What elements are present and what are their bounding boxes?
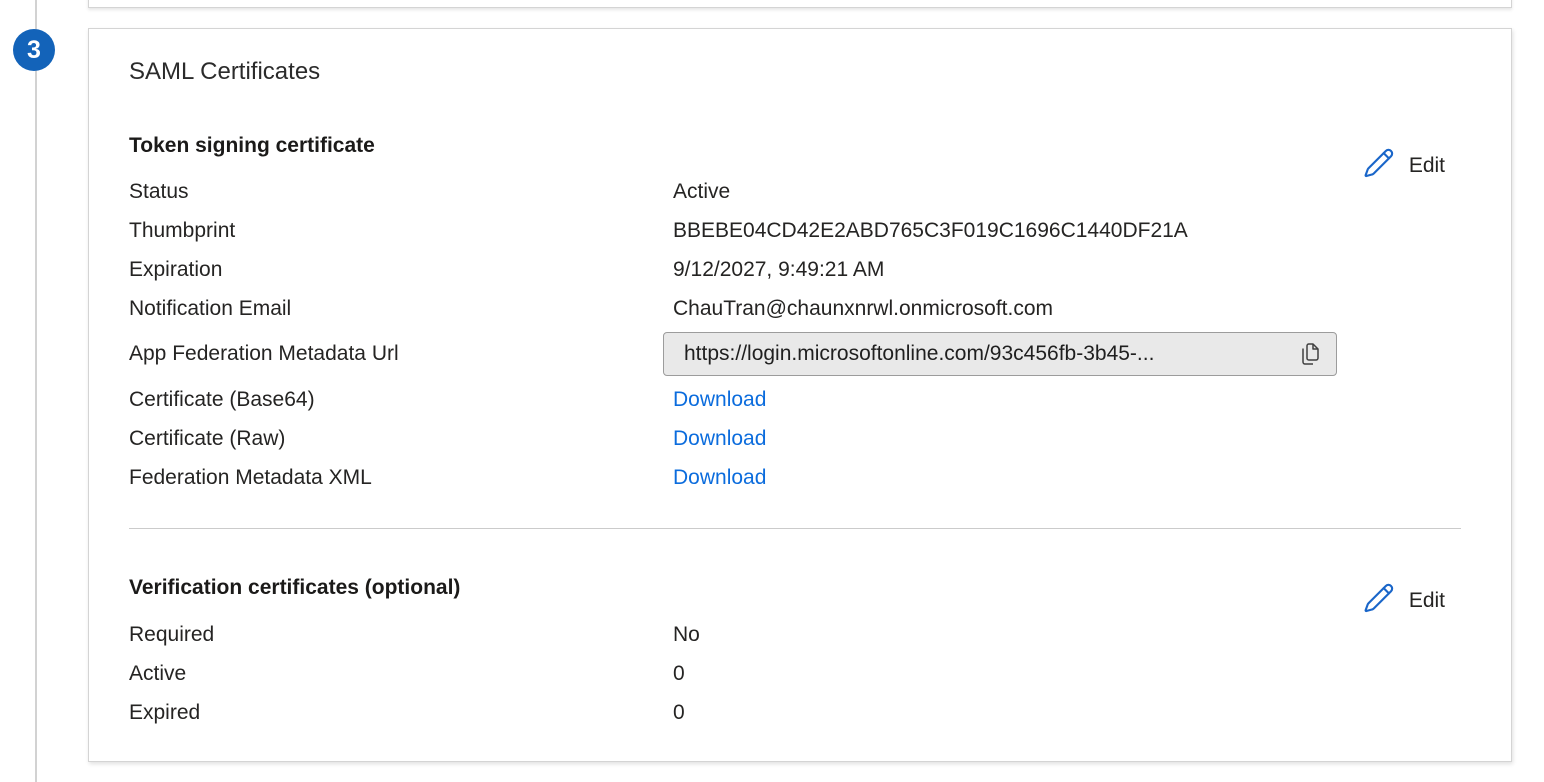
download-link-federation-metadata-xml[interactable]: Download [673, 466, 766, 490]
pencil-edit-icon [1362, 581, 1396, 621]
table-row-metadata-url: App Federation Metadata Url https://logi… [89, 328, 1511, 380]
table-row-notification-email: Notification Email ChauTran@chaunxnrwl.o… [89, 289, 1511, 328]
row-value: 9/12/2027, 9:49:21 AM [673, 258, 1511, 282]
row-label: Certificate (Raw) [129, 427, 673, 451]
row-label: Required [129, 623, 673, 647]
table-row-cert-raw: Certificate (Raw) Download [89, 419, 1511, 458]
pencil-edit-icon [1362, 146, 1396, 186]
table-row-required: Required No [89, 615, 1511, 654]
edit-button-label: Edit [1409, 154, 1445, 178]
row-value: BBEBE04CD42E2ABD765C3F019C1696C1440DF21A [673, 219, 1511, 243]
section-divider [129, 528, 1461, 529]
table-row-cert-base64: Certificate (Base64) Download [89, 380, 1511, 419]
table-row-expired-count: Expired 0 [89, 693, 1511, 732]
metadata-url-field[interactable]: https://login.microsoftonline.com/93c456… [663, 332, 1337, 376]
table-row-expiration: Expiration 9/12/2027, 9:49:21 AM [89, 250, 1511, 289]
metadata-url-value: https://login.microsoftonline.com/93c456… [684, 342, 1294, 366]
token-signing-rows: Status Active Thumbprint BBEBE04CD42E2AB… [89, 172, 1511, 497]
token-signing-edit-button[interactable]: Edit [1358, 144, 1449, 188]
table-row-active-count: Active 0 [89, 654, 1511, 693]
row-label: App Federation Metadata Url [129, 342, 673, 366]
row-label: Expiration [129, 258, 673, 282]
row-label: Certificate (Base64) [129, 388, 673, 412]
download-link-cert-base64[interactable]: Download [673, 388, 766, 412]
table-row-status: Status Active [89, 172, 1511, 211]
row-value: 0 [673, 701, 1511, 725]
step-number: 3 [27, 36, 41, 65]
row-label: Federation Metadata XML [129, 466, 673, 490]
table-row-federation-metadata-xml: Federation Metadata XML Download [89, 458, 1511, 497]
copy-icon[interactable] [1294, 337, 1326, 371]
step-connector-line [35, 0, 37, 782]
verification-rows: Required No Active 0 Expired 0 [89, 615, 1511, 732]
row-label: Expired [129, 701, 673, 725]
token-signing-heading: Token signing certificate [129, 132, 1511, 160]
row-value: 0 [673, 662, 1511, 686]
row-label: Thumbprint [129, 219, 673, 243]
step-badge: 3 [13, 29, 55, 71]
row-label: Notification Email [129, 297, 673, 321]
verification-certificates-edit-button[interactable]: Edit [1358, 579, 1449, 623]
row-value: ChauTran@chaunxnrwl.onmicrosoft.com [673, 297, 1511, 321]
verification-certificates-heading: Verification certificates (optional) [129, 574, 1511, 602]
download-link-cert-raw[interactable]: Download [673, 427, 766, 451]
row-value: No [673, 623, 1511, 647]
table-row-thumbprint: Thumbprint BBEBE04CD42E2ABD765C3F019C169… [89, 211, 1511, 250]
previous-section-card-edge [88, 0, 1512, 8]
saml-certificates-card: SAML Certificates Token signing certific… [88, 28, 1512, 762]
row-label: Active [129, 662, 673, 686]
card-title: SAML Certificates [129, 57, 1511, 87]
row-label: Status [129, 180, 673, 204]
edit-button-label: Edit [1409, 589, 1445, 613]
